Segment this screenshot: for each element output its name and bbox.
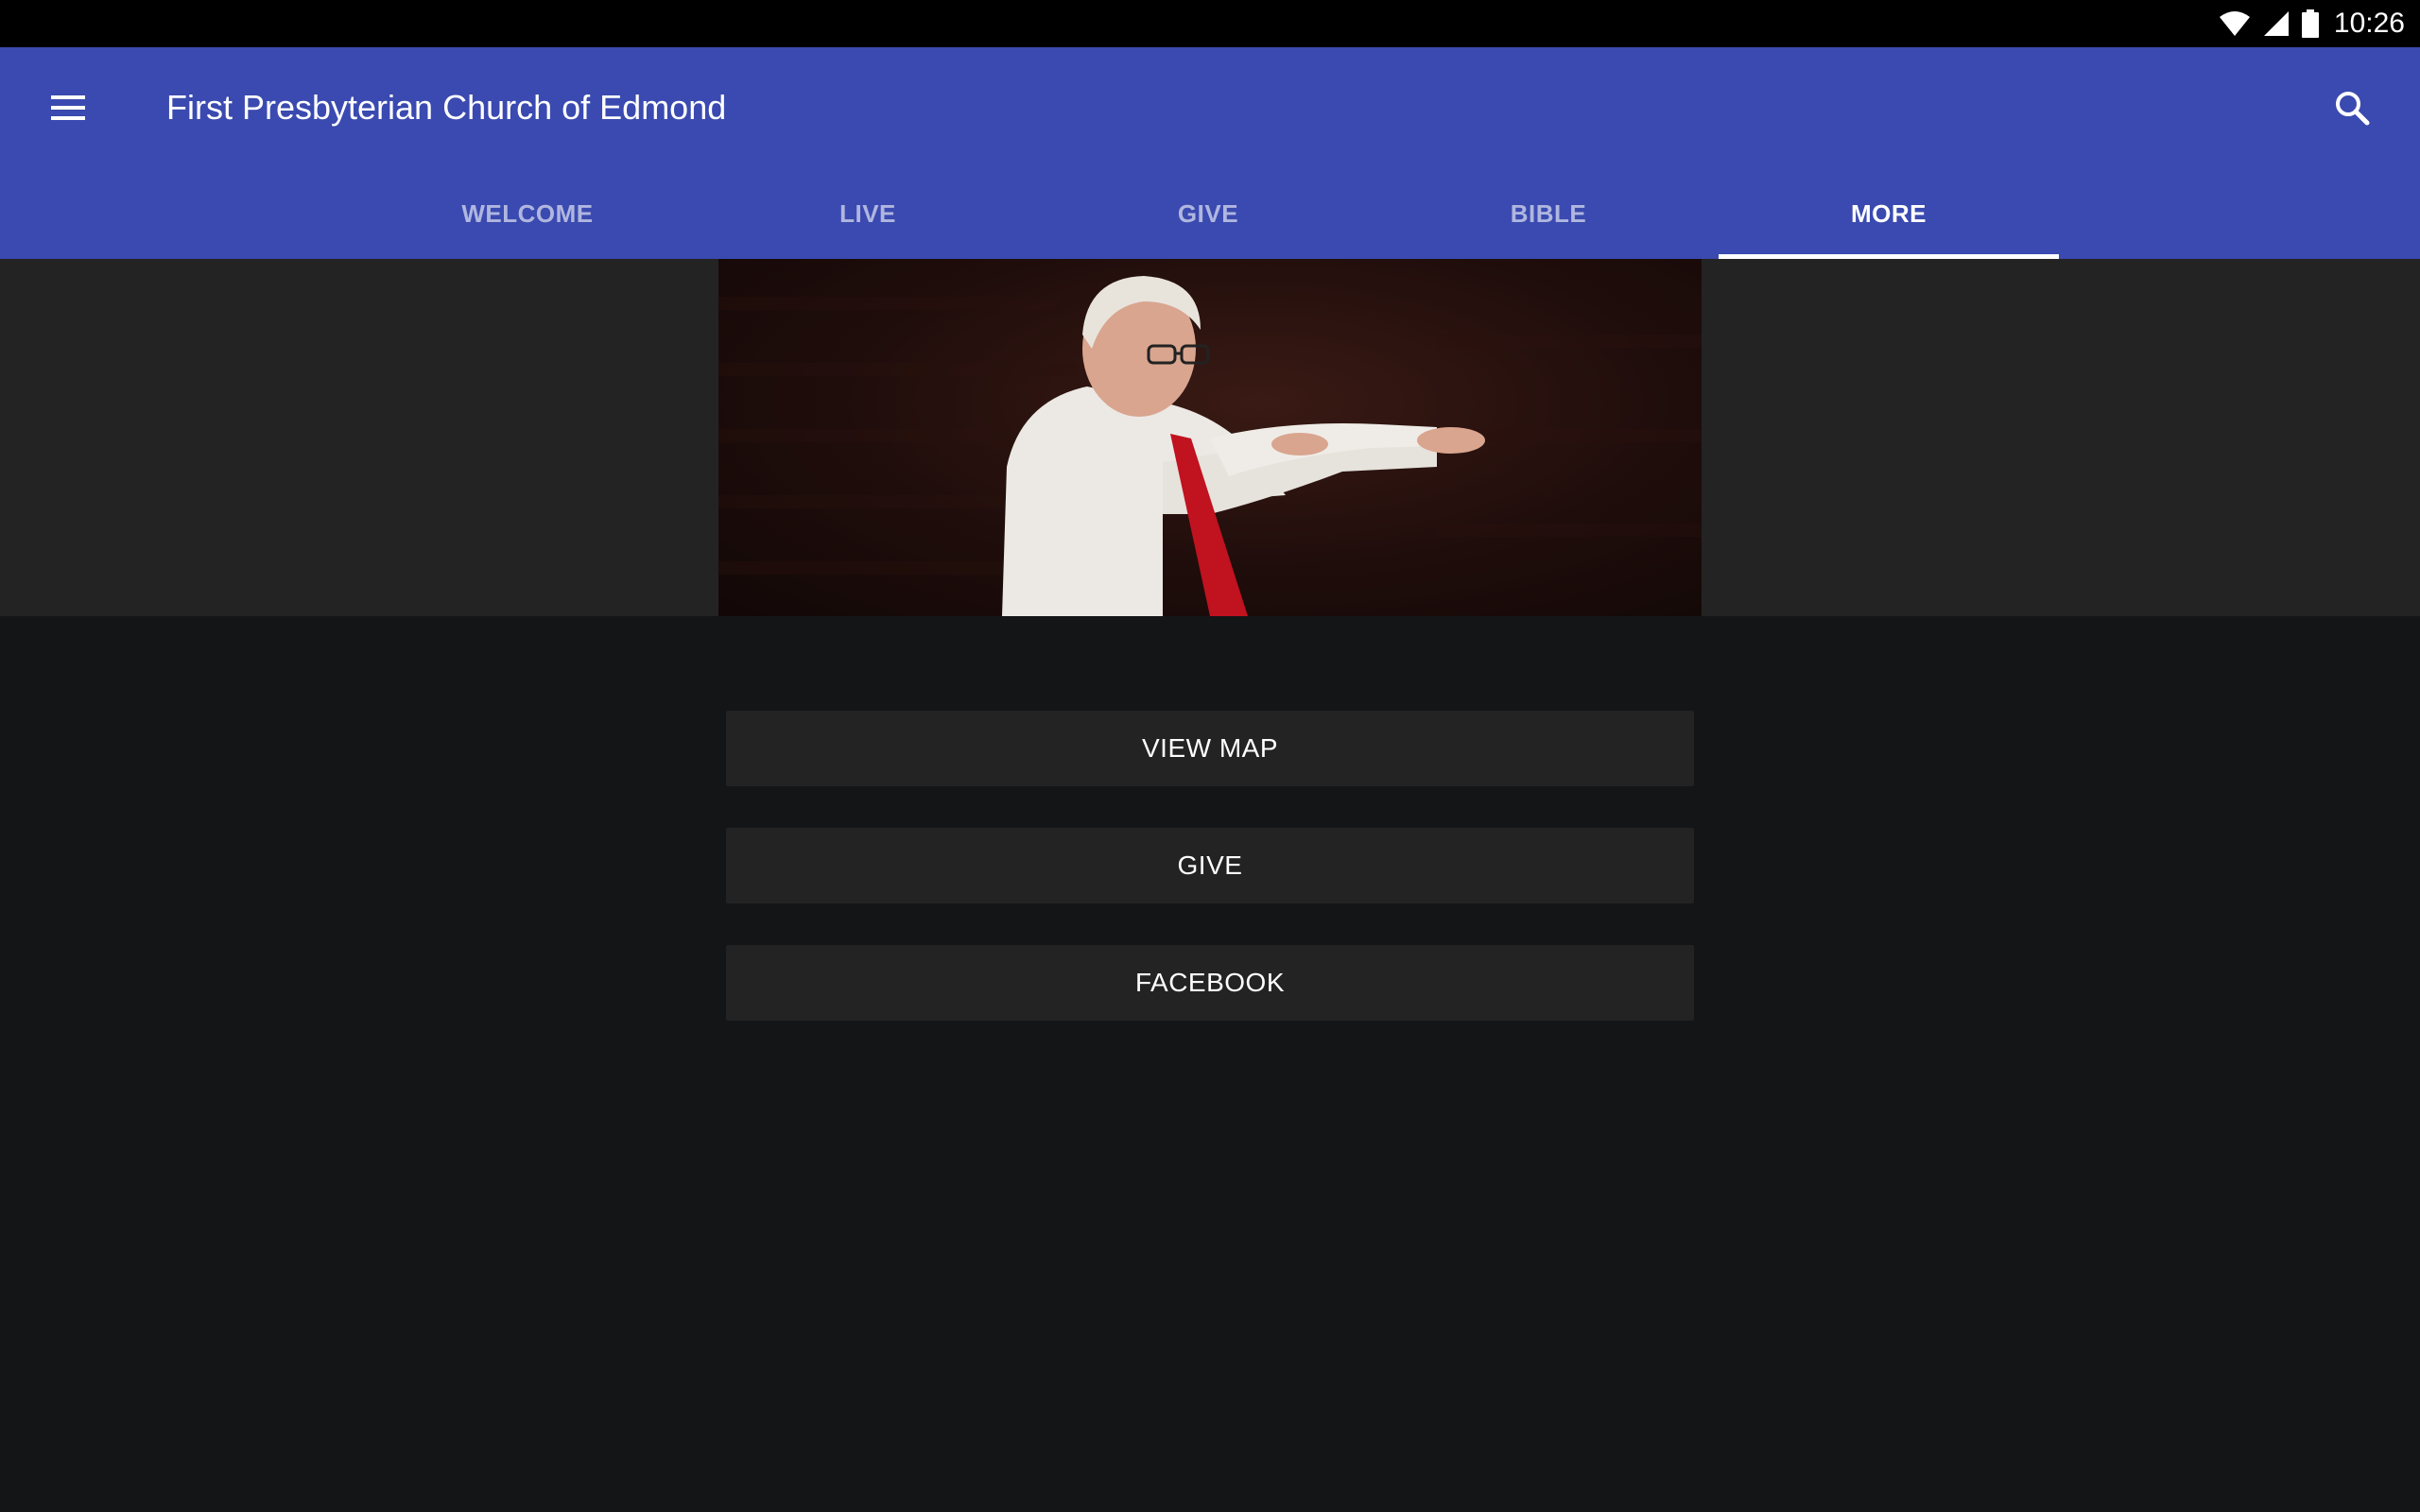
conductor-photo [718, 276, 1702, 616]
tab-give[interactable]: GIVE [1038, 168, 1378, 259]
hamburger-menu-icon [51, 95, 85, 120]
search-button[interactable] [2318, 47, 2386, 168]
app-toolbar: First Presbyterian Church of Edmond WELC… [0, 47, 2420, 259]
hero-image [718, 259, 1702, 616]
view-map-button[interactable]: VIEW MAP [726, 711, 1694, 786]
battery-icon [2301, 9, 2319, 38]
status-clock: 10:26 [2333, 8, 2405, 39]
wifi-icon [2219, 11, 2250, 36]
tab-more[interactable]: MORE [1719, 168, 2059, 259]
action-list: VIEW MAP GIVE FACEBOOK [726, 711, 1694, 1062]
facebook-button[interactable]: FACEBOOK [726, 945, 1694, 1021]
app-root: 10:26 First Presbyterian Church of Edmon… [0, 0, 2420, 1512]
search-icon [2336, 92, 2370, 126]
give-button[interactable]: GIVE [726, 828, 1694, 903]
status-icons: 10:26 [2219, 0, 2405, 47]
tab-bible[interactable]: BIBLE [1378, 168, 1719, 259]
page-title: First Presbyterian Church of Edmond [166, 88, 727, 127]
status-bar: 10:26 [0, 0, 2420, 47]
tab-live[interactable]: LIVE [698, 168, 1038, 259]
menu-button[interactable] [34, 47, 102, 168]
tab-welcome[interactable]: WELCOME [357, 168, 698, 259]
tab-bar: WELCOME LIVE GIVE BIBLE MORE [357, 168, 2059, 259]
cell-signal-icon [2263, 11, 2289, 36]
hero-banner [0, 259, 2420, 616]
